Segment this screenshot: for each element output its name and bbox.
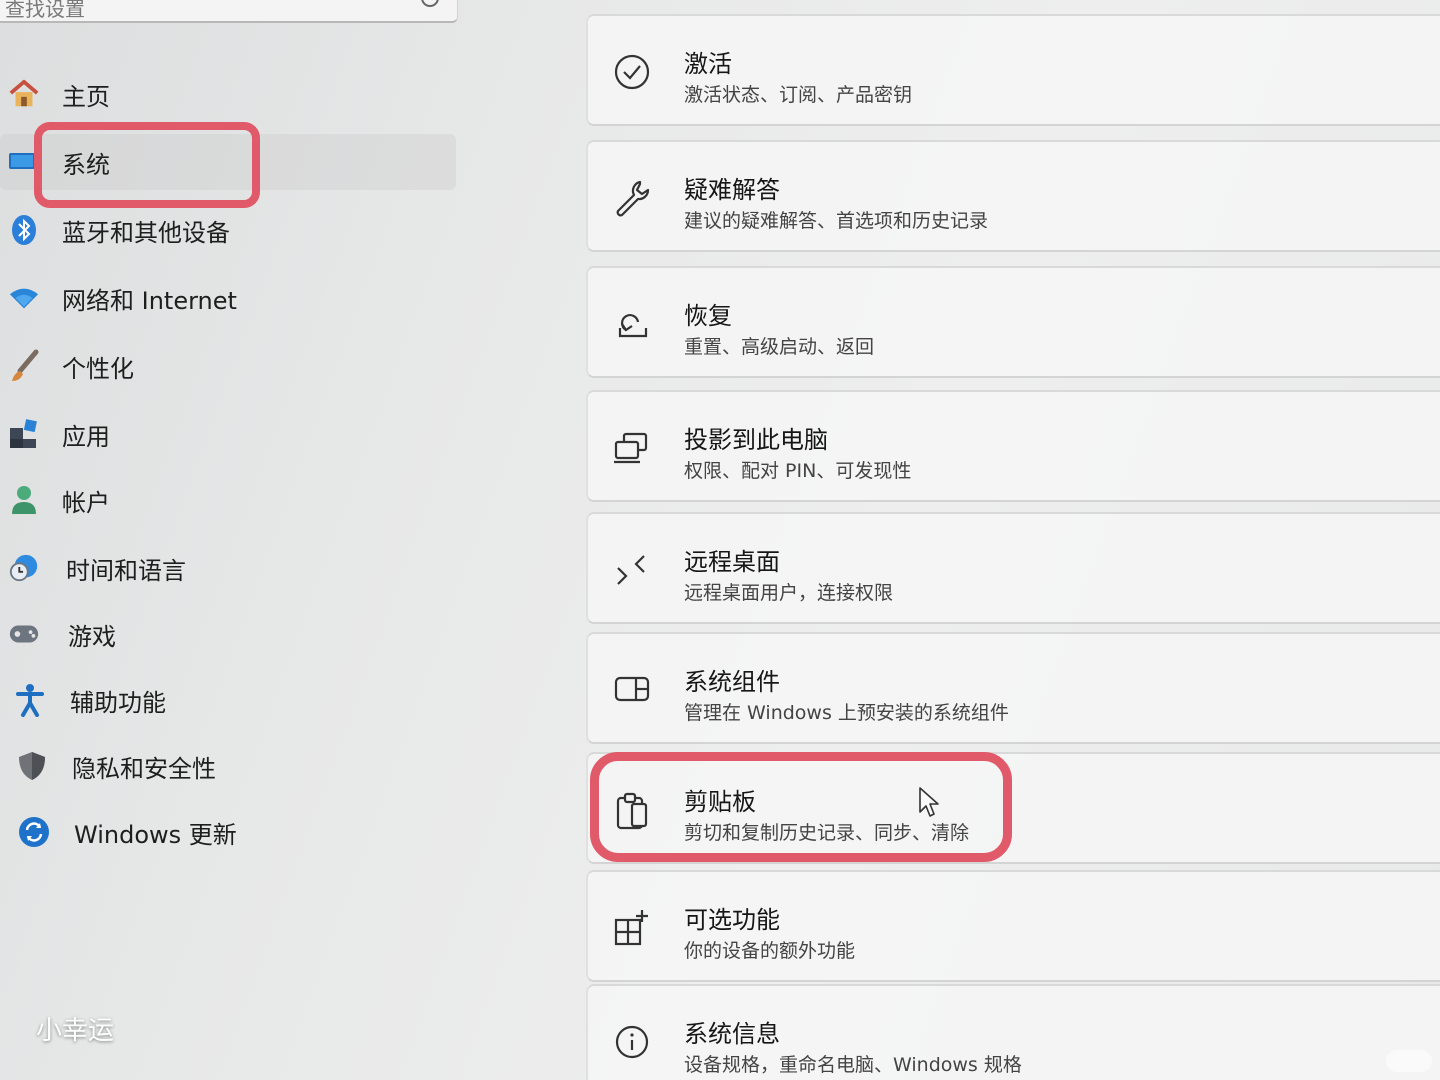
sidebar-item-label: 游戏 [68, 622, 116, 651]
recovery-icon [612, 304, 652, 344]
sidebar-item-label: 辅助功能 [70, 688, 166, 717]
card-project-to-pc[interactable]: 投影到此电脑 权限、配对 PIN、可发现性 [586, 390, 1440, 502]
card-troubleshoot[interactable]: 疑难解答 建议的疑难解答、首选项和历史记录 [586, 140, 1440, 252]
watermark-text: 小幸运 [36, 1016, 115, 1046]
card-title: 投影到此电脑 [684, 426, 828, 454]
sidebar-item-time-language[interactable]: 时间和语言 [0, 540, 456, 596]
wrench-icon [612, 178, 652, 218]
card-title: 恢复 [684, 302, 732, 330]
settings-window: 查找设置 主页 系统 蓝牙和其他设备 网络和 Internet 个性化 应用 帐… [0, 0, 1440, 1080]
card-description: 权限、配对 PIN、可发现性 [684, 460, 912, 482]
apps-icon [8, 418, 40, 450]
card-description: 建议的疑难解答、首选项和历史记录 [684, 210, 989, 232]
mouse-cursor-icon [918, 786, 942, 824]
search-placeholder: 查找设置 [5, 0, 85, 21]
card-title: 系统信息 [684, 1020, 780, 1048]
card-description: 激活状态、订阅、产品密钥 [684, 84, 913, 106]
sidebar-item-label: 时间和语言 [66, 556, 186, 585]
gamepad-icon [8, 618, 40, 650]
sidebar-item-accounts[interactable]: 帐户 [0, 472, 456, 528]
wifi-icon [8, 282, 40, 314]
sidebar-item-network[interactable]: 网络和 Internet [0, 270, 456, 326]
optional-features-icon [612, 908, 652, 948]
card-title: 可选功能 [684, 906, 780, 934]
sidebar-item-privacy[interactable]: 隐私和安全性 [0, 738, 456, 794]
sidebar-item-home[interactable]: 主页 [0, 66, 456, 122]
card-activation[interactable]: 激活 激活状态、订阅、产品密钥 [586, 14, 1440, 126]
sidebar-item-apps[interactable]: 应用 [0, 406, 456, 462]
account-icon [8, 484, 40, 516]
project-icon [612, 428, 652, 468]
shield-icon [16, 750, 48, 782]
update-icon [18, 816, 50, 848]
card-description: 重置、高级启动、返回 [684, 336, 875, 358]
corner-logo-icon [1386, 1050, 1432, 1072]
card-description: 你的设备的额外功能 [684, 940, 856, 962]
sidebar-item-label: 蓝牙和其他设备 [62, 218, 230, 247]
card-title: 激活 [684, 50, 732, 78]
sidebar-item-personalization[interactable]: 个性化 [0, 338, 456, 394]
card-recovery[interactable]: 恢复 重置、高级启动、返回 [586, 266, 1440, 378]
card-system-components[interactable]: 系统组件 管理在 Windows 上预安装的系统组件 [586, 632, 1440, 744]
remote-desktop-icon [612, 550, 652, 590]
sidebar-item-gaming[interactable]: 游戏 [0, 606, 456, 662]
sidebar-item-windows-update[interactable]: Windows 更新 [0, 804, 456, 860]
card-title: 疑难解答 [684, 176, 780, 204]
info-icon [612, 1022, 652, 1062]
sidebar-item-label: 个性化 [62, 354, 134, 383]
check-circle-icon [612, 52, 652, 92]
sidebar-item-label: 主页 [62, 82, 110, 111]
sidebar-item-label: Windows 更新 [74, 820, 237, 849]
card-title: 远程桌面 [684, 548, 780, 576]
search-icon[interactable] [421, 0, 439, 7]
sidebar-item-label: 隐私和安全性 [72, 754, 216, 783]
highlight-annotation-system [34, 122, 260, 208]
components-icon [612, 670, 652, 710]
search-input[interactable]: 查找设置 [0, 0, 458, 23]
card-description: 设备规格，重命名电脑、Windows 规格 [684, 1054, 1022, 1076]
card-description: 远程桌面用户，连接权限 [684, 582, 894, 604]
card-remote-desktop[interactable]: 远程桌面 远程桌面用户，连接权限 [586, 512, 1440, 624]
card-optional-features[interactable]: 可选功能 你的设备的额外功能 [586, 870, 1440, 982]
bluetooth-icon [8, 214, 40, 246]
sidebar-item-label: 网络和 Internet [62, 286, 237, 315]
card-title: 系统组件 [684, 668, 780, 696]
globe-clock-icon [8, 552, 40, 584]
highlight-annotation-clipboard [590, 752, 1012, 862]
sidebar-item-bluetooth[interactable]: 蓝牙和其他设备 [0, 202, 456, 258]
sidebar-item-accessibility[interactable]: 辅助功能 [0, 672, 456, 728]
accessibility-icon [14, 684, 46, 717]
card-description: 管理在 Windows 上预安装的系统组件 [684, 702, 1009, 724]
home-icon [8, 78, 40, 110]
card-system-info[interactable]: 系统信息 设备规格，重命名电脑、Windows 规格 [586, 984, 1440, 1080]
sidebar-item-label: 帐户 [62, 488, 110, 517]
sidebar-item-label: 应用 [62, 422, 110, 451]
paintbrush-icon [8, 349, 40, 382]
